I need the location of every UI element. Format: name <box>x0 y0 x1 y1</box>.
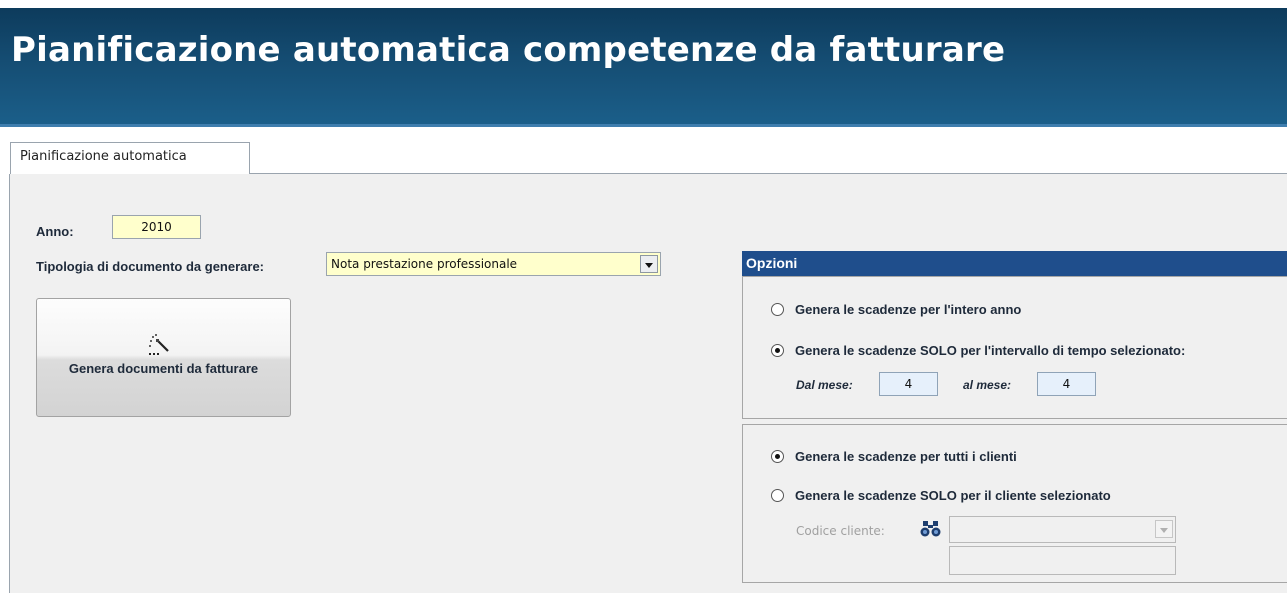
radio-intervallo[interactable] <box>771 344 784 357</box>
radio-tutti-clienti[interactable] <box>771 450 784 463</box>
genera-documenti-label: Genera documenti da fatturare <box>68 361 259 376</box>
codice-cliente-combobox[interactable] <box>949 516 1176 543</box>
radio-intervallo-label: Genera le scadenze SOLO per l'intervallo… <box>795 343 1186 358</box>
opzioni-header: Opzioni <box>742 251 1287 276</box>
anno-field[interactable]: 2010 <box>112 215 201 239</box>
genera-documenti-button[interactable]: Genera documenti da fatturare <box>36 298 291 417</box>
wand-icon <box>149 334 169 355</box>
radio-intero-anno[interactable] <box>771 303 784 316</box>
al-mese-field[interactable]: 4 <box>1037 372 1096 396</box>
anno-label: Anno: <box>36 224 74 239</box>
radio-cliente-selezionato-label: Genera le scadenze SOLO per il cliente s… <box>795 488 1111 503</box>
chevron-down-icon[interactable] <box>1155 520 1173 538</box>
al-mese-label: al mese: <box>963 378 1012 392</box>
radio-tutti-clienti-label: Genera le scadenze per tutti i clienti <box>795 449 1017 464</box>
dal-mese-field[interactable]: 4 <box>879 372 938 396</box>
chevron-down-icon[interactable] <box>640 255 658 273</box>
dal-mese-label: Dal mese: <box>796 378 853 392</box>
cliente-name-field <box>949 546 1176 575</box>
tipologia-label: Tipologia di documento da generare: <box>36 259 265 274</box>
binoculars-icon[interactable] <box>920 520 942 538</box>
codice-cliente-label: Codice cliente: <box>796 524 885 538</box>
tipologia-combobox[interactable]: Nota prestazione professionale <box>326 252 661 276</box>
title-bar-divider <box>0 124 1287 127</box>
radio-cliente-selezionato[interactable] <box>771 489 784 502</box>
radio-intero-anno-label: Genera le scadenze per l'intero anno <box>795 302 1022 317</box>
page-title: Pianificazione automatica competenze da … <box>11 30 1006 70</box>
tab-pianificazione-automatica[interactable]: Pianificazione automatica <box>10 142 250 174</box>
tipologia-value: Nota prestazione professionale <box>331 257 518 271</box>
